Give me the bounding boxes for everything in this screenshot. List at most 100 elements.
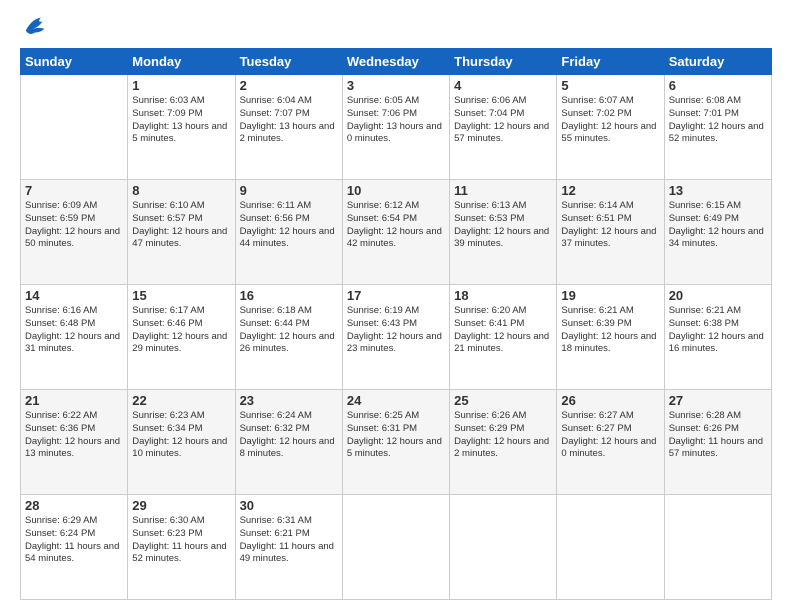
day-info: Sunrise: 6:10 AMSunset: 6:57 PMDaylight:… [132,200,230,251]
day-number: 26 [561,393,659,408]
day-cell: 16 Sunrise: 6:18 AMSunset: 6:44 PMDayligh… [235,285,342,390]
day-cell: 15 Sunrise: 6:17 AMSunset: 6:46 PMDayligh… [128,285,235,390]
day-cell: 14 Sunrise: 6:16 AMSunset: 6:48 PMDayligh… [21,285,128,390]
day-cell: 27 Sunrise: 6:28 AMSunset: 6:26 PMDayligh… [664,390,771,495]
column-header-wednesday: Wednesday [342,49,449,75]
day-info: Sunrise: 6:19 AMSunset: 6:43 PMDaylight:… [347,305,445,356]
day-number: 11 [454,183,552,198]
day-cell: 9 Sunrise: 6:11 AMSunset: 6:56 PMDaylight… [235,180,342,285]
day-number: 23 [240,393,338,408]
day-info: Sunrise: 6:03 AMSunset: 7:09 PMDaylight:… [132,95,230,146]
logo [20,16,50,40]
day-cell: 29 Sunrise: 6:30 AMSunset: 6:23 PMDayligh… [128,495,235,600]
column-header-tuesday: Tuesday [235,49,342,75]
day-info: Sunrise: 6:20 AMSunset: 6:41 PMDaylight:… [454,305,552,356]
week-row-5: 28 Sunrise: 6:29 AMSunset: 6:24 PMDayligh… [21,495,772,600]
day-number: 10 [347,183,445,198]
day-cell: 26 Sunrise: 6:27 AMSunset: 6:27 PMDayligh… [557,390,664,495]
day-number: 13 [669,183,767,198]
day-cell [342,495,449,600]
column-header-thursday: Thursday [450,49,557,75]
day-info: Sunrise: 6:31 AMSunset: 6:21 PMDaylight:… [240,515,338,566]
day-info: Sunrise: 6:29 AMSunset: 6:24 PMDaylight:… [25,515,123,566]
day-number: 7 [25,183,123,198]
day-info: Sunrise: 6:15 AMSunset: 6:49 PMDaylight:… [669,200,767,251]
day-number: 12 [561,183,659,198]
day-number: 9 [240,183,338,198]
day-cell [664,495,771,600]
day-info: Sunrise: 6:22 AMSunset: 6:36 PMDaylight:… [25,410,123,461]
day-number: 17 [347,288,445,303]
day-number: 30 [240,498,338,513]
day-number: 29 [132,498,230,513]
day-number: 19 [561,288,659,303]
day-info: Sunrise: 6:08 AMSunset: 7:01 PMDaylight:… [669,95,767,146]
day-number: 24 [347,393,445,408]
day-info: Sunrise: 6:09 AMSunset: 6:59 PMDaylight:… [25,200,123,251]
calendar-table: SundayMondayTuesdayWednesdayThursdayFrid… [20,48,772,600]
day-info: Sunrise: 6:25 AMSunset: 6:31 PMDaylight:… [347,410,445,461]
day-number: 2 [240,78,338,93]
day-cell [557,495,664,600]
column-header-saturday: Saturday [664,49,771,75]
day-cell: 8Sunrise: 6:10 AMSunset: 6:57 PMDaylight… [128,180,235,285]
week-row-1: 1 Sunrise: 6:03 AMSunset: 7:09 PMDaylight… [21,75,772,180]
day-cell: 25 Sunrise: 6:26 AMSunset: 6:29 PMDayligh… [450,390,557,495]
week-row-3: 14 Sunrise: 6:16 AMSunset: 6:48 PMDayligh… [21,285,772,390]
day-number: 6 [669,78,767,93]
day-cell: 21 Sunrise: 6:22 AMSunset: 6:36 PMDayligh… [21,390,128,495]
day-info: Sunrise: 6:23 AMSunset: 6:34 PMDaylight:… [132,410,230,461]
day-cell [450,495,557,600]
day-cell: 24 Sunrise: 6:25 AMSunset: 6:31 PMDayligh… [342,390,449,495]
day-cell: 5Sunrise: 6:07 AMSunset: 7:02 PMDaylight… [557,75,664,180]
day-info: Sunrise: 6:12 AMSunset: 6:54 PMDaylight:… [347,200,445,251]
day-number: 14 [25,288,123,303]
day-info: Sunrise: 6:17 AMSunset: 6:46 PMDaylight:… [132,305,230,356]
day-info: Sunrise: 6:24 AMSunset: 6:32 PMDaylight:… [240,410,338,461]
day-cell: 4Sunrise: 6:06 AMSunset: 7:04 PMDaylight… [450,75,557,180]
day-info: Sunrise: 6:04 AMSunset: 7:07 PMDaylight:… [240,95,338,146]
day-cell: 28 Sunrise: 6:29 AMSunset: 6:24 PMDayligh… [21,495,128,600]
day-info: Sunrise: 6:28 AMSunset: 6:26 PMDaylight:… [669,410,767,461]
day-info: Sunrise: 6:16 AMSunset: 6:48 PMDaylight:… [25,305,123,356]
day-number: 15 [132,288,230,303]
day-info: Sunrise: 6:21 AMSunset: 6:38 PMDaylight:… [669,305,767,356]
day-number: 16 [240,288,338,303]
day-cell: 6 Sunrise: 6:08 AMSunset: 7:01 PMDaylight… [664,75,771,180]
day-cell: 7 Sunrise: 6:09 AMSunset: 6:59 PMDaylight… [21,180,128,285]
day-number: 25 [454,393,552,408]
day-cell: 11Sunrise: 6:13 AMSunset: 6:53 PMDayligh… [450,180,557,285]
day-info: Sunrise: 6:26 AMSunset: 6:29 PMDaylight:… [454,410,552,461]
day-info: Sunrise: 6:11 AMSunset: 6:56 PMDaylight:… [240,200,338,251]
day-info: Sunrise: 6:18 AMSunset: 6:44 PMDaylight:… [240,305,338,356]
day-cell: 3Sunrise: 6:05 AMSunset: 7:06 PMDaylight… [342,75,449,180]
day-info: Sunrise: 6:14 AMSunset: 6:51 PMDaylight:… [561,200,659,251]
day-number: 1 [132,78,230,93]
day-cell: 22 Sunrise: 6:23 AMSunset: 6:34 PMDayligh… [128,390,235,495]
day-cell: 1 Sunrise: 6:03 AMSunset: 7:09 PMDaylight… [128,75,235,180]
day-cell: 17 Sunrise: 6:19 AMSunset: 6:43 PMDayligh… [342,285,449,390]
day-number: 3 [347,78,445,93]
day-number: 27 [669,393,767,408]
header-row: SundayMondayTuesdayWednesdayThursdayFrid… [21,49,772,75]
day-number: 18 [454,288,552,303]
column-header-monday: Monday [128,49,235,75]
day-info: Sunrise: 6:27 AMSunset: 6:27 PMDaylight:… [561,410,659,461]
calendar-page: SundayMondayTuesdayWednesdayThursdayFrid… [0,0,792,612]
day-cell: 10 Sunrise: 6:12 AMSunset: 6:54 PMDayligh… [342,180,449,285]
day-cell: 18 Sunrise: 6:20 AMSunset: 6:41 PMDayligh… [450,285,557,390]
day-number: 21 [25,393,123,408]
logo-bird-icon [22,12,50,40]
day-number: 5 [561,78,659,93]
day-cell: 2 Sunrise: 6:04 AMSunset: 7:07 PMDaylight… [235,75,342,180]
day-cell: 30 Sunrise: 6:31 AMSunset: 6:21 PMDayligh… [235,495,342,600]
day-cell: 19 Sunrise: 6:21 AMSunset: 6:39 PMDayligh… [557,285,664,390]
page-header [20,16,772,40]
column-header-friday: Friday [557,49,664,75]
day-number: 20 [669,288,767,303]
day-info: Sunrise: 6:21 AMSunset: 6:39 PMDaylight:… [561,305,659,356]
day-number: 28 [25,498,123,513]
day-info: Sunrise: 6:30 AMSunset: 6:23 PMDaylight:… [132,515,230,566]
day-info: Sunrise: 6:06 AMSunset: 7:04 PMDaylight:… [454,95,552,146]
day-number: 22 [132,393,230,408]
